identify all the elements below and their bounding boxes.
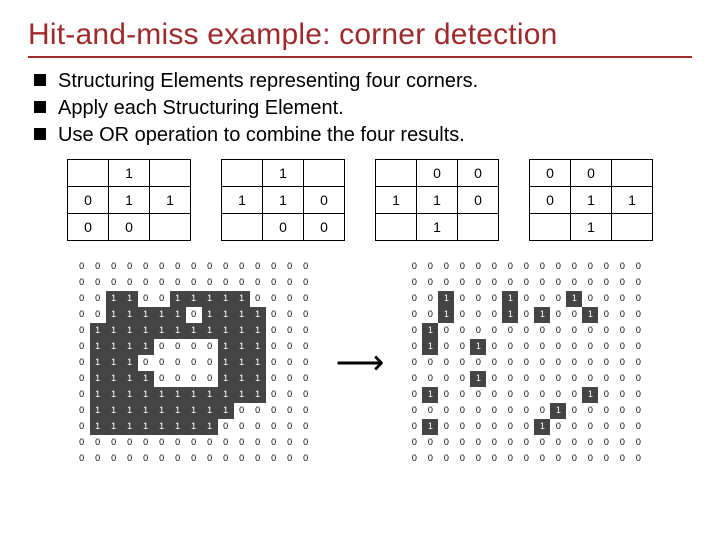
bullet-item: Structuring Elements representing four c… <box>34 68 692 95</box>
structuring-element: 001101 <box>375 159 499 241</box>
structuring-element: 000111 <box>529 159 653 241</box>
bullet-item: Use OR operation to combine the four res… <box>34 122 692 149</box>
arrow-icon: ⟶ <box>336 343 385 383</box>
bullet-item: Apply each Structuring Element. <box>34 95 692 122</box>
page-title: Hit-and-miss example: corner detection <box>28 18 692 52</box>
structuring-elements-row: 101100 111000 001101 000111 <box>28 159 692 241</box>
title-rule <box>28 56 692 58</box>
output-grid: 0000000000000000000000000000000010001000… <box>406 259 646 467</box>
structuring-element: 101100 <box>67 159 191 241</box>
structuring-element: 111000 <box>221 159 345 241</box>
bullet-list: Structuring Elements representing four c… <box>34 68 692 149</box>
input-grid: 0000000000000000000000000000000011001111… <box>74 259 314 467</box>
